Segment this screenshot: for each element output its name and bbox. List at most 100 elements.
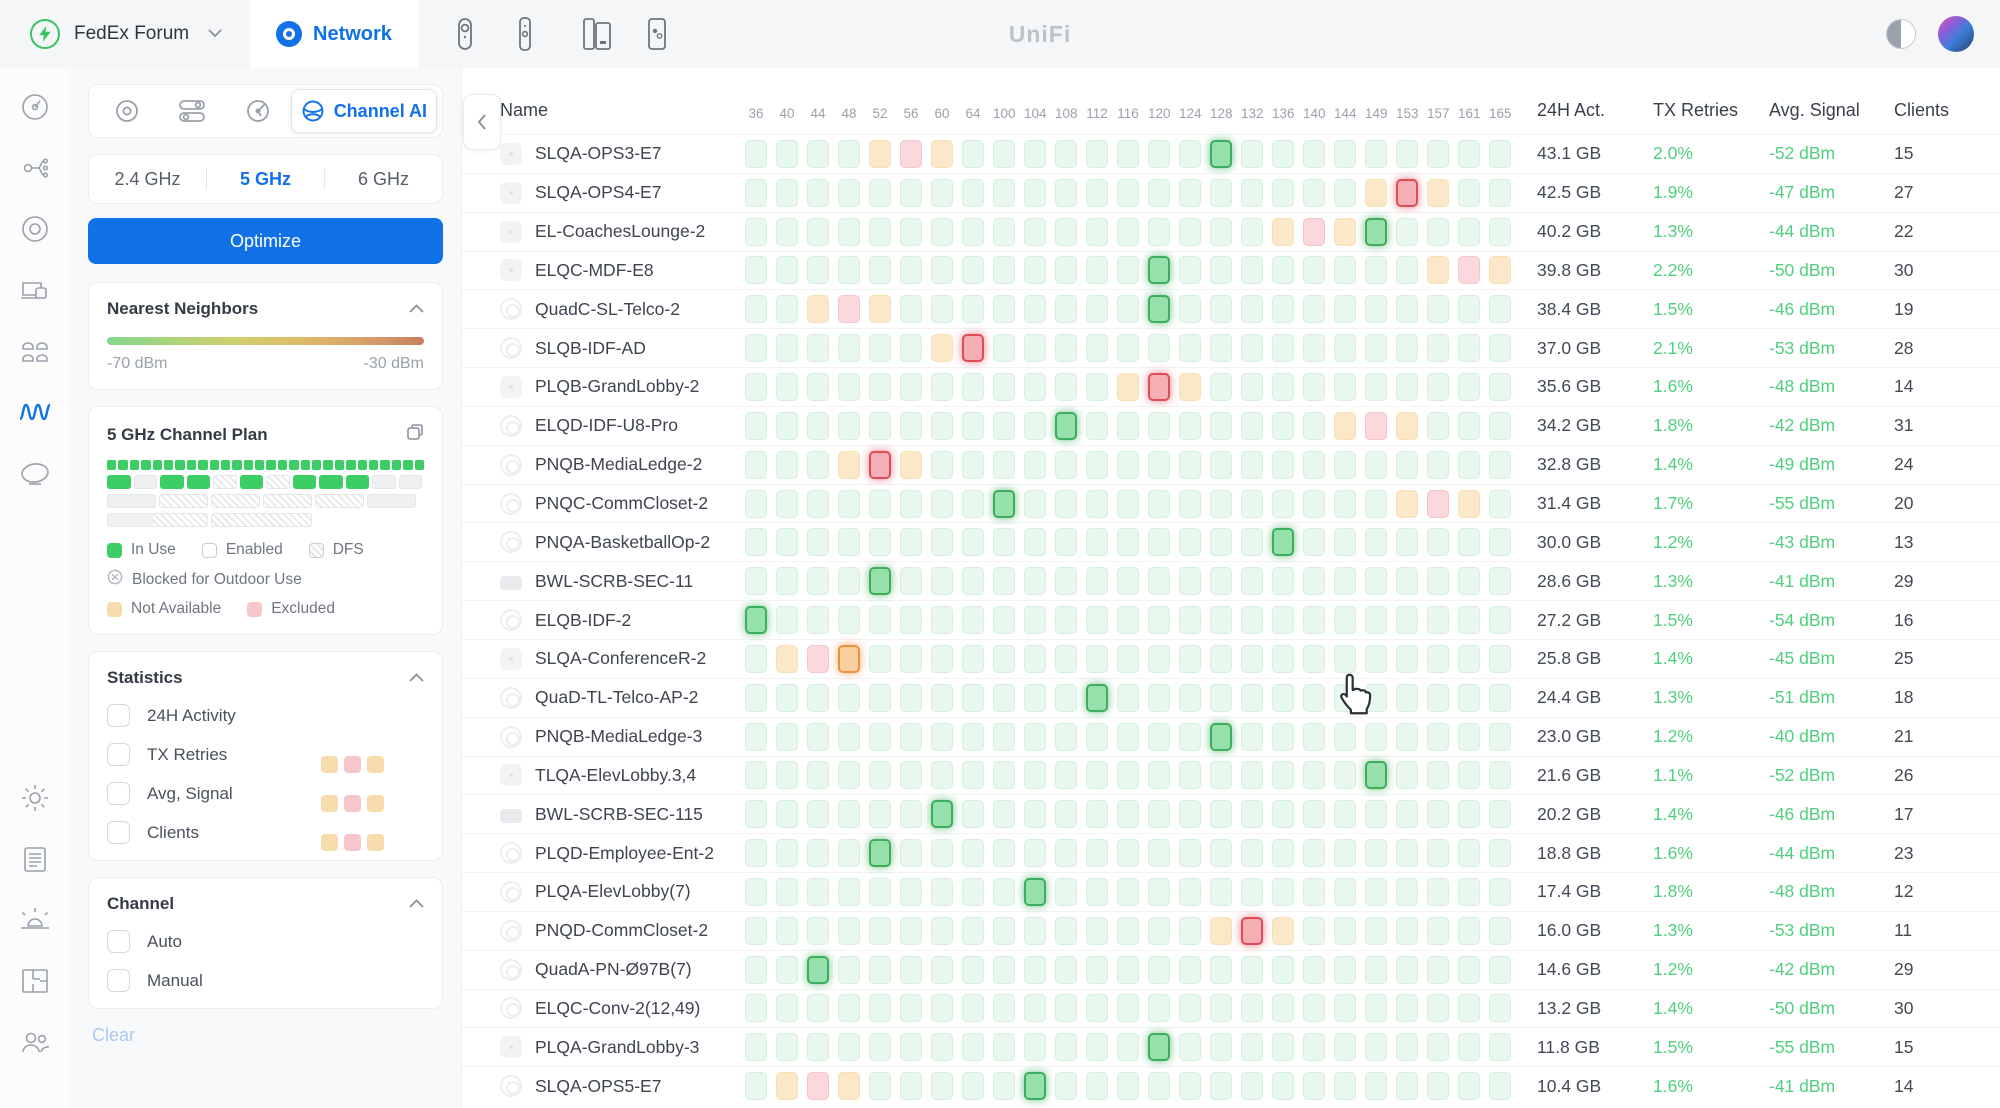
channel-cell[interactable] xyxy=(838,1072,860,1100)
channel-cell[interactable] xyxy=(1458,412,1480,440)
channel-cell[interactable] xyxy=(745,917,767,945)
channel-cell[interactable] xyxy=(1303,218,1325,246)
channel-cell[interactable] xyxy=(931,567,953,595)
channel-cell[interactable] xyxy=(1427,800,1449,828)
channel-cell[interactable] xyxy=(931,723,953,751)
table-row[interactable]: ELQD-IDF-U8-Pro34.2 GB1.8%-42 dBm31 xyxy=(462,406,2000,445)
channel-cell[interactable] xyxy=(1365,684,1387,712)
channel-cell[interactable] xyxy=(1055,800,1077,828)
channel-cell[interactable] xyxy=(1365,645,1387,673)
channel-cell[interactable] xyxy=(1272,800,1294,828)
channel-cell[interactable] xyxy=(1148,878,1170,906)
channel-cell[interactable] xyxy=(1148,917,1170,945)
channel-cell[interactable] xyxy=(1117,723,1139,751)
channel-cell[interactable] xyxy=(869,839,891,867)
channel-cell[interactable] xyxy=(931,528,953,556)
collapse-caret-icon[interactable] xyxy=(409,300,424,318)
channel-cell[interactable] xyxy=(776,179,798,207)
channel-cell[interactable] xyxy=(1024,606,1046,634)
channel-cell[interactable] xyxy=(1117,761,1139,789)
channel-cell[interactable] xyxy=(1241,373,1263,401)
channel-cell[interactable] xyxy=(1489,723,1511,751)
channel-cell[interactable] xyxy=(745,528,767,556)
channel-cell[interactable] xyxy=(1055,684,1077,712)
channel-cell[interactable] xyxy=(838,256,860,284)
tab-6ghz[interactable]: 6 GHz xyxy=(325,169,442,190)
channel-cell[interactable] xyxy=(1427,179,1449,207)
channel-cell[interactable] xyxy=(1210,218,1232,246)
channel-cell[interactable] xyxy=(962,218,984,246)
channel-cell[interactable] xyxy=(1334,140,1356,168)
tab-radios[interactable] xyxy=(94,89,160,133)
channel-cell[interactable] xyxy=(745,490,767,518)
checkbox-clients[interactable] xyxy=(107,821,130,844)
channel-cell[interactable] xyxy=(776,218,798,246)
channel-cell[interactable] xyxy=(1086,567,1108,595)
channel-cell[interactable] xyxy=(1303,528,1325,556)
channel-cell[interactable] xyxy=(1024,567,1046,595)
channel-cell[interactable] xyxy=(1303,878,1325,906)
channel-cell[interactable] xyxy=(1241,218,1263,246)
channel-cell[interactable] xyxy=(1489,839,1511,867)
channel-cell[interactable] xyxy=(993,878,1015,906)
channel-cell[interactable] xyxy=(1272,451,1294,479)
channel-cell[interactable] xyxy=(1086,645,1108,673)
channel-cell[interactable] xyxy=(1272,761,1294,789)
channel-cell[interactable] xyxy=(1489,645,1511,673)
channel-cell[interactable] xyxy=(1396,917,1418,945)
channel-cell[interactable] xyxy=(776,1033,798,1061)
channel-cell[interactable] xyxy=(1334,878,1356,906)
channel-cell[interactable] xyxy=(900,606,922,634)
channel-cell[interactable] xyxy=(1241,606,1263,634)
channel-cell[interactable] xyxy=(962,1033,984,1061)
channel-cell[interactable] xyxy=(1179,412,1201,440)
channel-cell[interactable] xyxy=(993,412,1015,440)
channel-cell[interactable] xyxy=(1055,373,1077,401)
channel-header[interactable]: 104 xyxy=(1024,106,1046,121)
channel-cell[interactable] xyxy=(1117,917,1139,945)
channel-cell[interactable] xyxy=(1396,994,1418,1022)
channel-cell[interactable] xyxy=(900,761,922,789)
channel-cell[interactable] xyxy=(776,723,798,751)
channel-cell[interactable] xyxy=(1210,412,1232,440)
channel-cell[interactable] xyxy=(1303,761,1325,789)
column-header-24h-act[interactable]: 24H Act. xyxy=(1537,100,1653,121)
channel-cell[interactable] xyxy=(1303,684,1325,712)
channel-cell[interactable] xyxy=(1241,256,1263,284)
channel-cell[interactable] xyxy=(1055,334,1077,362)
channel-cell[interactable] xyxy=(869,800,891,828)
table-row[interactable]: ELQB-IDF-227.2 GB1.5%-54 dBm16 xyxy=(462,600,2000,639)
channel-cell[interactable] xyxy=(993,761,1015,789)
channel-cell[interactable] xyxy=(1334,761,1356,789)
channel-cell[interactable] xyxy=(900,451,922,479)
channel-cell[interactable] xyxy=(776,373,798,401)
channel-cell[interactable] xyxy=(1334,723,1356,751)
channel-cell[interactable] xyxy=(1117,684,1139,712)
channel-cell[interactable] xyxy=(1365,606,1387,634)
channel-cell[interactable] xyxy=(807,956,829,984)
channel-cell[interactable] xyxy=(1396,295,1418,323)
channel-cell[interactable] xyxy=(1055,528,1077,556)
channel-cell[interactable] xyxy=(1458,1072,1480,1100)
channel-cell[interactable] xyxy=(1179,218,1201,246)
channel-cell[interactable] xyxy=(1117,645,1139,673)
channel-cell[interactable] xyxy=(1024,684,1046,712)
channel-cell[interactable] xyxy=(869,878,891,906)
sidebar-item-insights[interactable] xyxy=(18,456,52,490)
channel-cell[interactable] xyxy=(1241,1072,1263,1100)
checkbox-tx-retries[interactable] xyxy=(107,743,130,766)
channel-cell[interactable] xyxy=(838,645,860,673)
channel-cell[interactable] xyxy=(1055,1072,1077,1100)
channel-cell[interactable] xyxy=(1179,723,1201,751)
channel-cell[interactable] xyxy=(1458,528,1480,556)
channel-cell[interactable] xyxy=(1024,295,1046,323)
channel-cell[interactable] xyxy=(838,684,860,712)
table-row[interactable]: SLQA-OPS3-E743.1 GB2.0%-52 dBm15 xyxy=(462,134,2000,173)
channel-cell[interactable] xyxy=(1427,490,1449,518)
channel-cell[interactable] xyxy=(1055,256,1077,284)
channel-cell[interactable] xyxy=(776,839,798,867)
channel-cell[interactable] xyxy=(807,917,829,945)
channel-cell[interactable] xyxy=(931,373,953,401)
channel-cell[interactable] xyxy=(962,645,984,673)
channel-cell[interactable] xyxy=(1241,295,1263,323)
